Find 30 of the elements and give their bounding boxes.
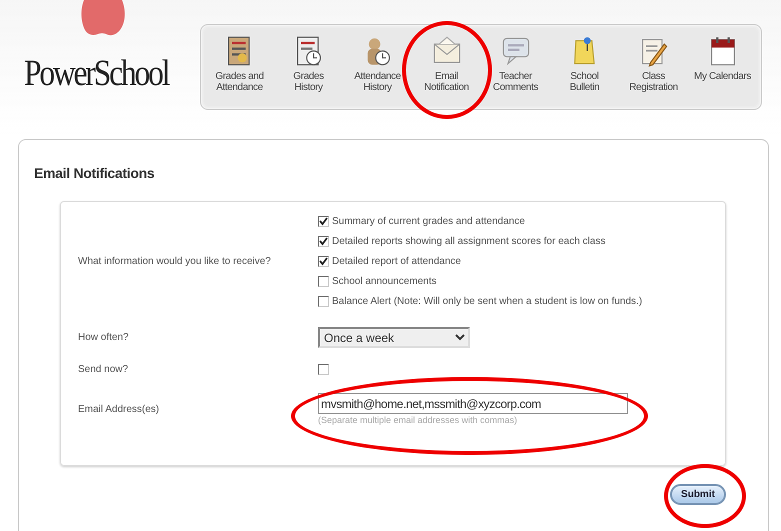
nav-item[interactable]: Grades History: [280, 25, 338, 93]
nav-item[interactable]: Email Notification: [418, 25, 476, 93]
checkbox[interactable]: [318, 216, 329, 227]
submit-button[interactable]: Submit: [670, 484, 726, 505]
field-label: Send now?: [78, 364, 130, 375]
option-label: Balance Alert (Note: Will only be sent when a student is low on funds.): [332, 296, 642, 307]
checkbox[interactable]: [318, 276, 329, 287]
nav-item[interactable]: Grades and Attendance: [210, 25, 268, 93]
checkbox[interactable]: [318, 296, 329, 307]
nav-item[interactable]: My Calendars: [694, 25, 752, 82]
hint-text: (Separate multiple email addresses with commas): [318, 415, 518, 425]
nav-item[interactable]: School Bulletin: [556, 25, 614, 93]
email-input-field[interactable]: mvsmith@home.net,mssmith@xyzcorp.com: [318, 393, 628, 414]
section-title: Email Notifications: [33, 164, 156, 181]
speech-bubble-icon: [500, 35, 530, 67]
checkbox[interactable]: [318, 364, 329, 375]
nav-item[interactable]: Class Registration: [624, 25, 682, 93]
option-label: Detailed report of attendance: [332, 256, 461, 267]
frequency-dropdown[interactable]: Once a week: [318, 327, 470, 348]
option-label: Summary of current grades and attendance: [332, 216, 525, 227]
nav-item[interactable]: Attendance History: [348, 25, 406, 93]
checkbox[interactable]: [318, 256, 329, 267]
nav-item[interactable]: Teacher Comments: [486, 25, 544, 93]
checkbox[interactable]: [318, 236, 329, 247]
field-label: How often?: [78, 332, 130, 343]
logo-text: PowerSchool: [24, 52, 168, 95]
option-label: School announcements: [332, 276, 437, 287]
field-label: What information would you like to receive?: [78, 256, 272, 267]
option-label: Detailed reports showing all assignment scores for each class: [332, 236, 606, 247]
field-label: Email Address(es): [78, 404, 160, 414]
